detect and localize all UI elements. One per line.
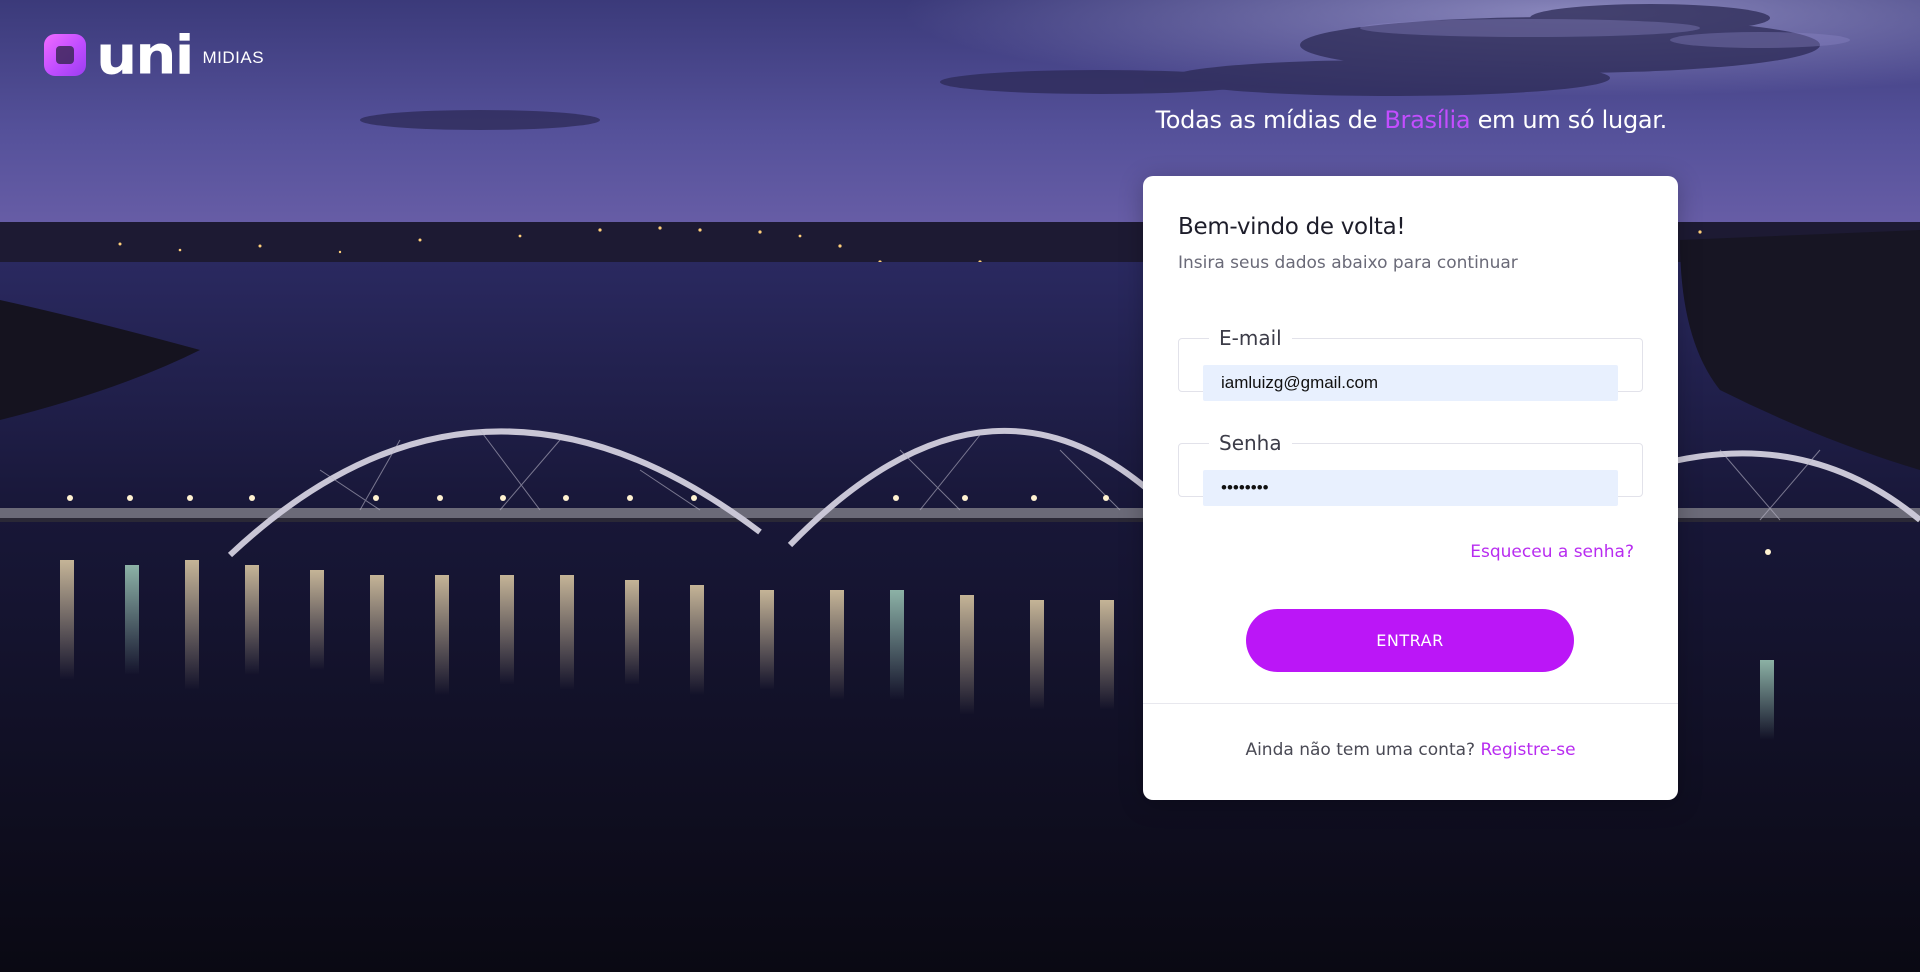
login-card: Bem-vindo de volta! Insira seus dados ab… <box>1143 176 1678 800</box>
brand-logo[interactable]: uni MIDIAS <box>44 23 265 87</box>
login-button[interactable]: ENTRAR <box>1246 609 1574 672</box>
email-label: E-mail <box>1219 326 1282 350</box>
password-input[interactable] <box>1203 470 1618 506</box>
password-label: Senha <box>1219 431 1282 455</box>
email-field: E-mail <box>1178 326 1643 401</box>
register-link[interactable]: Registre-se <box>1480 740 1575 760</box>
tagline: Todas as mídias de Brasília em um só lug… <box>1155 106 1667 134</box>
logo-mark-icon <box>44 34 86 76</box>
card-divider <box>1143 703 1678 704</box>
email-input[interactable] <box>1203 365 1618 401</box>
password-field: Senha <box>1178 431 1643 506</box>
register-prompt-text: Ainda não tem uma conta? <box>1245 740 1476 760</box>
logo-subtitle: MIDIAS <box>202 48 265 67</box>
tagline-before: Todas as mídias de <box>1155 106 1385 134</box>
card-title: Bem-vindo de volta! <box>1178 214 1406 240</box>
tagline-after: em um só lugar. <box>1470 106 1668 134</box>
logo-wordmark: uni <box>96 23 194 87</box>
tagline-highlight: Brasília <box>1384 106 1471 134</box>
register-prompt: Ainda não tem uma conta? Registre-se <box>1143 740 1678 760</box>
forgot-password-link[interactable]: Esqueceu a senha? <box>1470 542 1634 562</box>
card-subtitle: Insira seus dados abaixo para continuar <box>1178 253 1518 273</box>
